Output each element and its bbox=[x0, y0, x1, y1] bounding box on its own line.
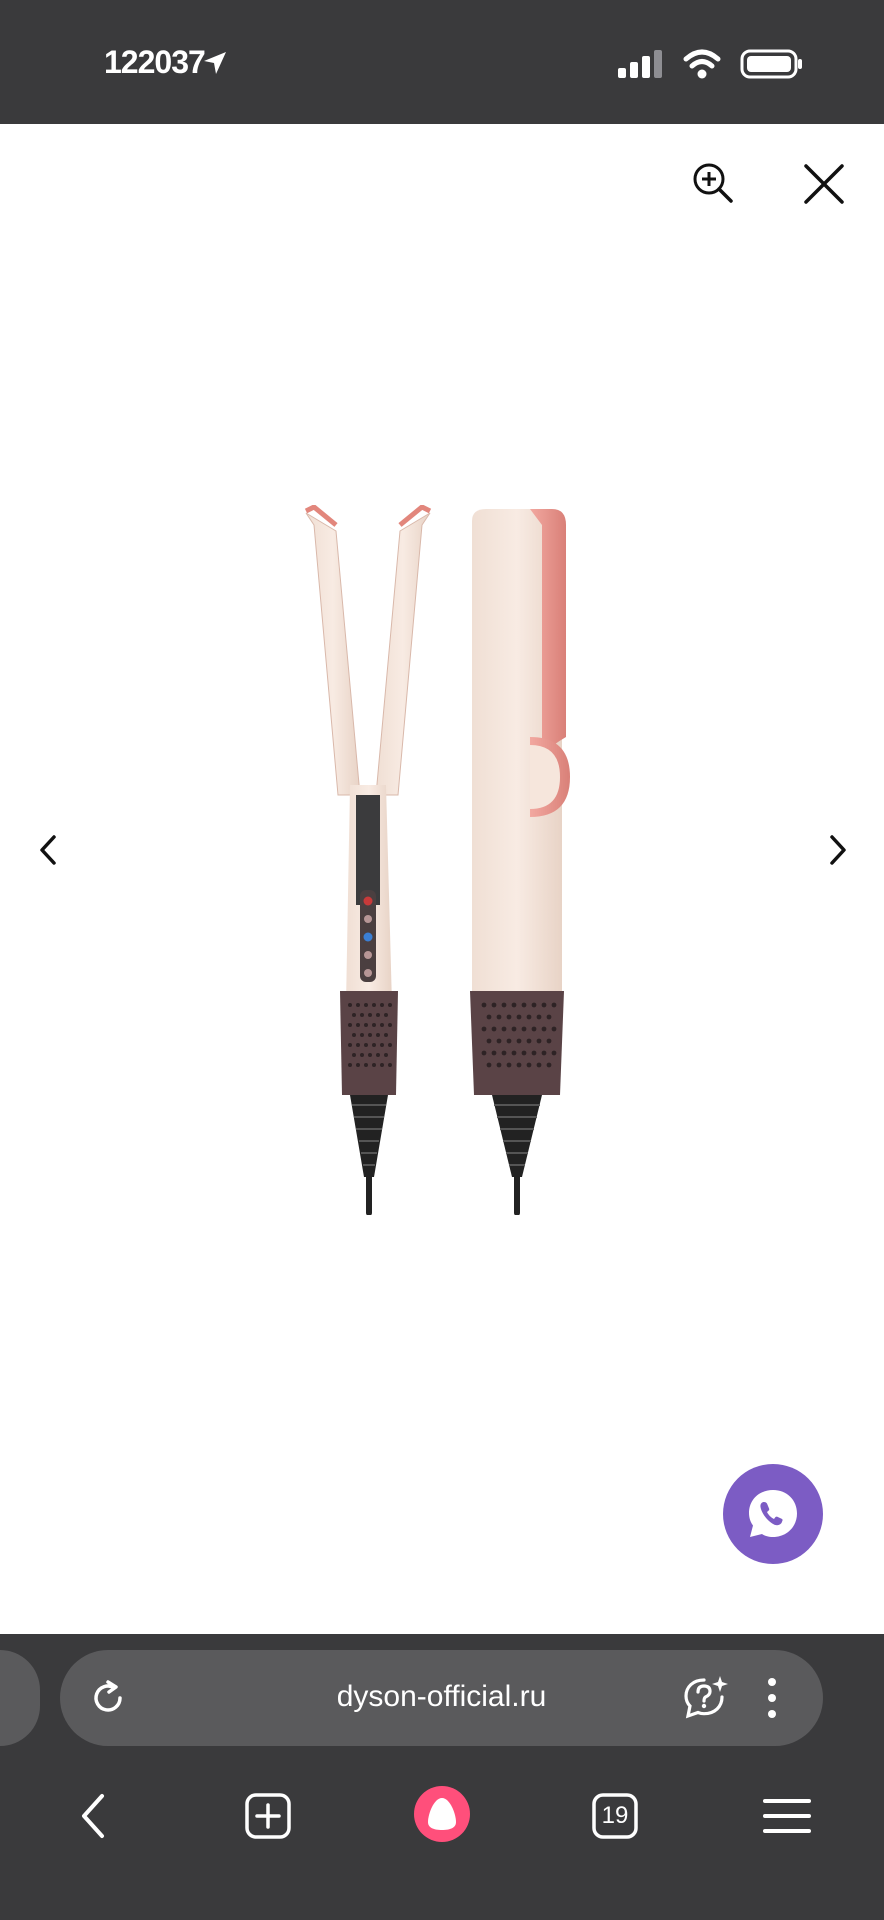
browser-nav-row: 19 bbox=[0, 1770, 884, 1860]
status-time: 122037 bbox=[104, 44, 206, 80]
product-image bbox=[304, 505, 570, 1215]
more-vertical-icon[interactable] bbox=[764, 1676, 780, 1720]
alice-icon[interactable] bbox=[412, 1784, 472, 1844]
wifi-icon bbox=[683, 49, 721, 79]
next-image-button[interactable] bbox=[818, 830, 858, 870]
chevron-left-icon bbox=[40, 835, 56, 865]
chevron-right-icon bbox=[830, 835, 846, 865]
signal-icon bbox=[618, 50, 662, 78]
prev-image-button[interactable] bbox=[28, 830, 68, 870]
back-icon[interactable] bbox=[76, 1792, 112, 1840]
whatsapp-chat-button[interactable] bbox=[723, 1464, 823, 1564]
status-icons bbox=[618, 48, 804, 80]
close-button[interactable] bbox=[800, 160, 848, 208]
battery-icon bbox=[740, 49, 802, 79]
whatsapp-phone-icon bbox=[749, 1490, 797, 1537]
zoom-in-icon bbox=[693, 163, 733, 203]
zoom-in-button[interactable] bbox=[688, 158, 738, 208]
address-bar[interactable]: dyson-official.ru bbox=[60, 1650, 823, 1746]
new-tab-icon[interactable] bbox=[244, 1792, 292, 1840]
menu-icon[interactable] bbox=[762, 1796, 812, 1836]
status-bar: 122037 bbox=[0, 0, 884, 124]
assistant-question-icon[interactable] bbox=[682, 1674, 730, 1722]
close-icon bbox=[804, 164, 844, 204]
tab-count: 19 bbox=[601, 1802, 629, 1829]
tabs-button[interactable]: 19 bbox=[591, 1792, 639, 1840]
location-arrow-icon bbox=[204, 52, 226, 74]
